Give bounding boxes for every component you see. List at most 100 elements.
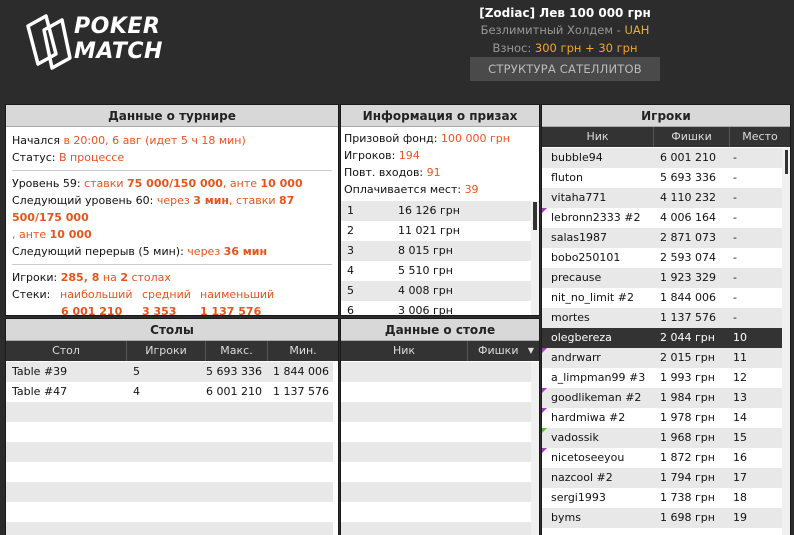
player-place: -	[733, 191, 737, 204]
game-type-text: Безлимитный Холдем -	[480, 23, 625, 37]
player-place: 18	[733, 491, 747, 504]
prize-row: 2 11 021 грн	[341, 221, 531, 241]
player-place: 16	[733, 451, 747, 464]
player-row[interactable]: nicetoseeyou 1 872 грн 16	[542, 448, 782, 468]
player-row[interactable]: bobo250101 2 593 074 -	[542, 248, 782, 268]
players-line: Игроки: 285, 8 на 2 столах	[12, 269, 332, 286]
player-nick: salas1987	[551, 231, 607, 244]
table-row[interactable]: Table #47 4 6 001 210 1 137 576	[6, 382, 333, 402]
next-level-ante-prefix: , анте	[12, 228, 47, 241]
player-place: -	[733, 291, 737, 304]
table-min: 1 844 006	[273, 365, 329, 378]
paid-places-label: Оплачивается мест:	[344, 183, 462, 196]
empty-row	[341, 502, 531, 522]
player-flag-icon	[542, 408, 547, 413]
player-place: 17	[733, 471, 747, 484]
pokermatch-logo[interactable]: POKER MATCH	[22, 14, 182, 74]
next-level-line: Следующий уровень 60: через 3 мин, ставк…	[12, 192, 332, 243]
empty-row	[341, 442, 531, 462]
players-list: bubble94 6 001 210- fluton 5 693 336- vitaha…	[542, 148, 782, 528]
player-nick: nit_no_limit #2	[551, 291, 634, 304]
player-place: -	[733, 211, 737, 224]
column-min[interactable]: Мин.	[268, 341, 338, 361]
prize-info-title: Информация о призах	[341, 105, 539, 127]
player-row[interactable]: byms 1 698 грн 19	[542, 508, 782, 528]
level-label: Уровень 59:	[12, 177, 81, 190]
player-place: -	[733, 311, 737, 324]
players-scroll-thumb[interactable]	[785, 150, 788, 174]
prize-scroll-thumb[interactable]	[533, 202, 537, 230]
players-on: , 8	[83, 271, 100, 284]
players-scrollbar[interactable]	[782, 148, 790, 535]
player-row[interactable]: a_limpman99 #3 1 993 грн 12	[542, 368, 782, 388]
player-nick: andrwarr	[551, 351, 601, 364]
player-row[interactable]: sergi1993 1 738 грн 18	[542, 488, 782, 508]
player-row[interactable]: vitaha771 4 110 232 -	[542, 188, 782, 208]
column-max[interactable]: Макс.	[206, 341, 268, 361]
players-mid: на	[102, 271, 117, 284]
players-label: Игроки:	[12, 271, 58, 284]
player-row[interactable]: nazcool #2 1 794 грн 17	[542, 468, 782, 488]
table-row[interactable]: Table #39 5 5 693 336 1 844 006	[6, 362, 333, 382]
column-chips[interactable]: Фишки	[654, 127, 730, 147]
player-nick: sergi1993	[551, 491, 606, 504]
player-row[interactable]: vadossik 1 968 грн 15	[542, 428, 782, 448]
column-place[interactable]: Место	[730, 127, 790, 147]
player-row[interactable]: hardmiwa #2 1 978 грн 14	[542, 408, 782, 428]
column-nick[interactable]: Ник	[341, 341, 468, 361]
player-row[interactable]: precause 1 923 329 -	[542, 268, 782, 288]
player-row[interactable]: mortes 1 137 576 -	[542, 308, 782, 328]
prize-place: 3	[347, 244, 354, 257]
reentries-label: Повт. входов:	[344, 166, 424, 179]
player-flag-icon	[542, 208, 547, 213]
player-chips: 5 693 336	[660, 171, 716, 184]
player-place: -	[733, 271, 737, 284]
player-chips: 4 006 164	[660, 211, 716, 224]
divider	[12, 170, 332, 171]
player-row[interactable]: olegbereza 2 044 грн 10	[542, 328, 782, 348]
prize-place: 2	[347, 224, 354, 237]
players-tables: 2	[120, 271, 128, 284]
table-info-scrollbar[interactable]	[531, 362, 539, 535]
table-min: 1 137 576	[273, 385, 329, 398]
table-name: Table #39	[12, 365, 68, 378]
prize-row: 1 16 126 грн	[341, 201, 531, 221]
satellite-structure-button[interactable]: СТРУКТУРА САТЕЛЛИТОВ	[470, 57, 660, 81]
player-row[interactable]: fluton 5 693 336 -	[542, 168, 782, 188]
column-nick[interactable]: Ник	[542, 127, 654, 147]
buy-in-label: Взнос:	[492, 41, 535, 55]
player-row[interactable]: goodlikeman #2 1 984 грн 13	[542, 388, 782, 408]
prize-amount: 11 021 грн	[398, 224, 460, 237]
player-nick: bubble94	[551, 151, 603, 164]
player-nick: precause	[551, 271, 602, 284]
empty-row	[6, 422, 333, 442]
player-row[interactable]: bubble94 6 001 210 -	[542, 148, 782, 168]
next-level-ante: 10 000	[49, 228, 92, 241]
tournament-header: [Zodiac] Лев 100 000 грн Безлимитный Хол…	[440, 5, 690, 57]
buy-in: Взнос: 300 грн + 30 грн	[440, 39, 690, 57]
prize-scrollbar[interactable]	[531, 201, 539, 315]
player-chips: 1 844 006	[660, 291, 716, 304]
prize-amount: 3 006 грн	[398, 304, 453, 316]
entries-line: Игроков: 194	[344, 147, 537, 164]
player-row[interactable]: andrwarr 2 015 грн 11	[542, 348, 782, 368]
player-nick: vadossik	[551, 431, 599, 444]
table-seats-list	[341, 362, 531, 535]
stack-min-label: наименьший	[200, 288, 275, 301]
table-info-header: Ник Фишки ▼	[341, 341, 539, 361]
player-chips: 1 984 грн	[660, 391, 715, 404]
column-table[interactable]: Стол	[6, 341, 127, 361]
player-chips: 1 978 грн	[660, 411, 715, 424]
reentries-line: Повт. входов: 91	[344, 164, 537, 181]
player-nick: olegbereza	[551, 331, 612, 344]
player-nick: goodlikeman #2	[551, 391, 642, 404]
player-place: 13	[733, 391, 747, 404]
player-row[interactable]: lebronn2333 #2 4 006 164 -	[542, 208, 782, 228]
player-row[interactable]: nit_no_limit #2 1 844 006 -	[542, 288, 782, 308]
column-players[interactable]: Игроки	[127, 341, 206, 361]
table-players: 4	[133, 385, 140, 398]
player-chips: 4 110 232	[660, 191, 716, 204]
break-line: Следующий перерыв (5 мин): через 36 мин	[12, 243, 332, 260]
player-row[interactable]: salas1987 2 871 073 -	[542, 228, 782, 248]
column-chips-sort[interactable]: Фишки ▼	[468, 341, 539, 361]
